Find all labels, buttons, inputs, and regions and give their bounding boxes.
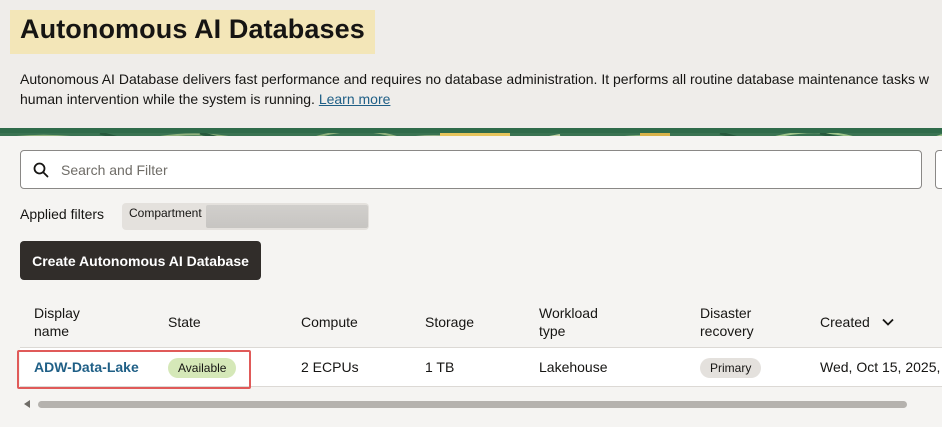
search-input[interactable] bbox=[61, 161, 901, 178]
column-header-disaster-recovery[interactable]: Disaster recovery bbox=[700, 304, 754, 340]
database-name-link[interactable]: ADW-Data-Lake bbox=[34, 359, 139, 375]
main-content: Applied filters Compartment Create Auton… bbox=[0, 136, 942, 427]
chip-label: Compartment bbox=[129, 205, 202, 220]
redacted-compartment-value bbox=[206, 205, 368, 228]
scrollbar-thumb[interactable] bbox=[38, 401, 907, 408]
compute-value: 2 ECPUs bbox=[301, 359, 359, 375]
column-header-state[interactable]: State bbox=[168, 313, 201, 331]
description-line-1: Autonomous AI Database delivers fast per… bbox=[20, 71, 929, 87]
create-database-button[interactable]: Create Autonomous AI Database bbox=[20, 241, 261, 280]
table-header: Display name State Compute Storage Workl… bbox=[20, 296, 942, 347]
search-bar[interactable] bbox=[20, 150, 922, 189]
table-row: ADW-Data-Lake Available 2 ECPUs 1 TB Lak… bbox=[20, 348, 942, 386]
toolbar-side-button[interactable] bbox=[935, 150, 942, 189]
column-header-storage[interactable]: Storage bbox=[425, 313, 474, 331]
decorative-banner bbox=[0, 128, 942, 136]
search-icon bbox=[21, 162, 61, 178]
column-header-compute[interactable]: Compute bbox=[301, 313, 358, 331]
applied-filters-label: Applied filters bbox=[20, 206, 105, 222]
column-header-display-name[interactable]: Display name bbox=[34, 304, 80, 340]
column-header-created[interactable]: Created bbox=[820, 313, 894, 331]
horizontal-scrollbar[interactable] bbox=[20, 399, 942, 409]
page-title: Autonomous AI Databases bbox=[10, 10, 375, 54]
description-line-2-text: human intervention while the system is r… bbox=[20, 91, 315, 107]
disaster-recovery-badge: Primary bbox=[700, 358, 762, 378]
table-divider bbox=[20, 386, 942, 387]
page-header: Autonomous AI Databases Autonomous AI Da… bbox=[0, 0, 942, 128]
scroll-left-arrow-icon[interactable] bbox=[24, 400, 30, 408]
compartment-filter-chip[interactable]: Compartment bbox=[122, 203, 369, 230]
status-badge: Available bbox=[168, 358, 237, 378]
description-line-2: human intervention while the system is r… bbox=[20, 89, 942, 109]
column-header-workload-type[interactable]: Workload type bbox=[539, 304, 598, 340]
workload-type-value: Lakehouse bbox=[539, 359, 608, 375]
learn-more-link[interactable]: Learn more bbox=[319, 91, 391, 107]
storage-value: 1 TB bbox=[425, 359, 455, 375]
created-value: Wed, Oct 15, 2025, bbox=[820, 359, 941, 375]
chevron-down-icon bbox=[882, 318, 894, 326]
page-description: Autonomous AI Database delivers fast per… bbox=[20, 69, 942, 109]
